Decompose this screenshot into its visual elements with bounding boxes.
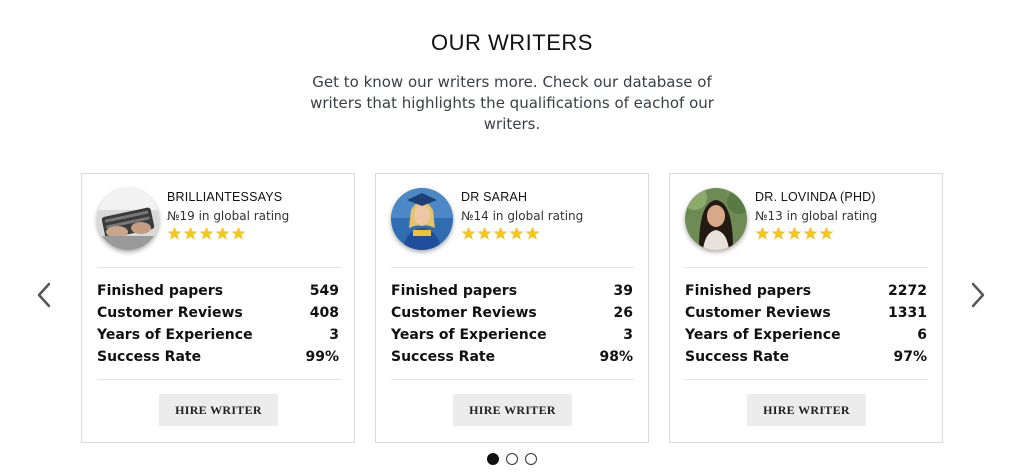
divider [97, 267, 340, 268]
hire-writer-button[interactable]: HIRE WRITER [453, 394, 572, 426]
stat-label: Success Rate [685, 349, 790, 365]
writer-card: DR SARAH №14 in global rating Finished p… [375, 173, 649, 443]
writer-header: DR. LOVINDA (PHD) №13 in global rating [685, 188, 930, 258]
stat-value: 549 [309, 283, 339, 299]
star-icon [787, 226, 802, 240]
stat-customer-reviews: Customer Reviews 1331 [685, 302, 927, 324]
stat-finished-papers: Finished papers 2272 [685, 280, 927, 302]
carousel-next-button[interactable] [962, 280, 992, 310]
stat-value: 6 [917, 327, 927, 343]
writer-stats: Finished papers 2272 Customer Reviews 13… [685, 280, 927, 368]
star-icon [215, 226, 230, 240]
stat-label: Customer Reviews [97, 305, 243, 321]
writer-name: BRILLIANTESSAYS [167, 190, 283, 204]
hire-writer-button[interactable]: HIRE WRITER [747, 394, 866, 426]
divider [97, 379, 340, 380]
star-icon [509, 226, 524, 240]
stat-label: Finished papers [391, 283, 518, 299]
stat-success-rate: Success Rate 97% [685, 346, 927, 368]
writer-stats: Finished papers 39 Customer Reviews 26 Y… [391, 280, 633, 368]
stat-label: Years of Experience [391, 327, 547, 343]
stat-value: 99% [305, 349, 339, 365]
stat-value: 1331 [888, 305, 927, 321]
writer-name: DR SARAH [461, 190, 528, 204]
writer-header: BRILLIANTESSAYS №19 in global rating [97, 188, 342, 258]
star-rating [461, 226, 540, 241]
star-icon [167, 226, 182, 240]
star-rating [167, 226, 246, 241]
star-rating [755, 226, 834, 241]
stat-value: 3 [329, 327, 339, 343]
stat-finished-papers: Finished papers 39 [391, 280, 633, 302]
star-icon [493, 226, 508, 240]
divider [391, 379, 634, 380]
writer-rating: №13 in global rating [755, 209, 878, 223]
pagination-dot-1[interactable] [487, 453, 499, 465]
stat-value: 26 [613, 305, 633, 321]
stat-years-experience: Years of Experience 3 [391, 324, 633, 346]
stat-value: 97% [893, 349, 927, 365]
star-icon [199, 226, 214, 240]
stat-success-rate: Success Rate 99% [97, 346, 339, 368]
stat-value: 2272 [888, 283, 927, 299]
star-icon [231, 226, 246, 240]
divider [685, 379, 928, 380]
star-icon [771, 226, 786, 240]
carousel-pagination [487, 453, 537, 465]
writer-card: BRILLIANTESSAYS №19 in global rating Fin… [81, 173, 355, 443]
star-icon [477, 226, 492, 240]
stat-label: Years of Experience [685, 327, 841, 343]
stat-finished-papers: Finished papers 549 [97, 280, 339, 302]
writer-name: DR. LOVINDA (PHD) [755, 190, 876, 204]
divider [391, 267, 634, 268]
section-title: OUR WRITERS [431, 30, 593, 55]
star-icon [461, 226, 476, 240]
avatar [685, 188, 747, 250]
stat-label: Success Rate [391, 349, 496, 365]
stat-label: Finished papers [685, 283, 812, 299]
stat-label: Years of Experience [97, 327, 253, 343]
stat-value: 3 [623, 327, 633, 343]
stat-years-experience: Years of Experience 3 [97, 324, 339, 346]
stat-label: Success Rate [97, 349, 202, 365]
stat-success-rate: Success Rate 98% [391, 346, 633, 368]
stat-value: 98% [599, 349, 633, 365]
chevron-left-icon [37, 282, 51, 308]
stat-label: Customer Reviews [391, 305, 537, 321]
stat-years-experience: Years of Experience 6 [685, 324, 927, 346]
star-icon [755, 226, 770, 240]
stat-value: 39 [613, 283, 633, 299]
avatar [97, 188, 159, 250]
stat-label: Finished papers [97, 283, 224, 299]
writer-stats: Finished papers 549 Customer Reviews 408… [97, 280, 339, 368]
pagination-dot-3[interactable] [525, 453, 537, 465]
stat-value: 408 [309, 305, 339, 321]
star-icon [525, 226, 540, 240]
carousel-prev-button[interactable] [30, 280, 60, 310]
pagination-dot-2[interactable] [506, 453, 518, 465]
avatar [391, 188, 453, 250]
writer-card: DR. LOVINDA (PHD) №13 in global rating F… [669, 173, 943, 443]
writer-header: DR SARAH №14 in global rating [391, 188, 636, 258]
section-description: Get to know our writers more. Check our … [310, 73, 714, 133]
stat-label: Customer Reviews [685, 305, 831, 321]
star-icon [183, 226, 198, 240]
divider [685, 267, 928, 268]
writer-rating: №19 in global rating [167, 209, 290, 223]
hire-writer-button[interactable]: HIRE WRITER [159, 394, 278, 426]
stat-customer-reviews: Customer Reviews 408 [97, 302, 339, 324]
star-icon [803, 226, 818, 240]
stat-customer-reviews: Customer Reviews 26 [391, 302, 633, 324]
star-icon [819, 226, 834, 240]
chevron-right-icon [971, 282, 985, 308]
writer-rating: №14 in global rating [461, 209, 584, 223]
